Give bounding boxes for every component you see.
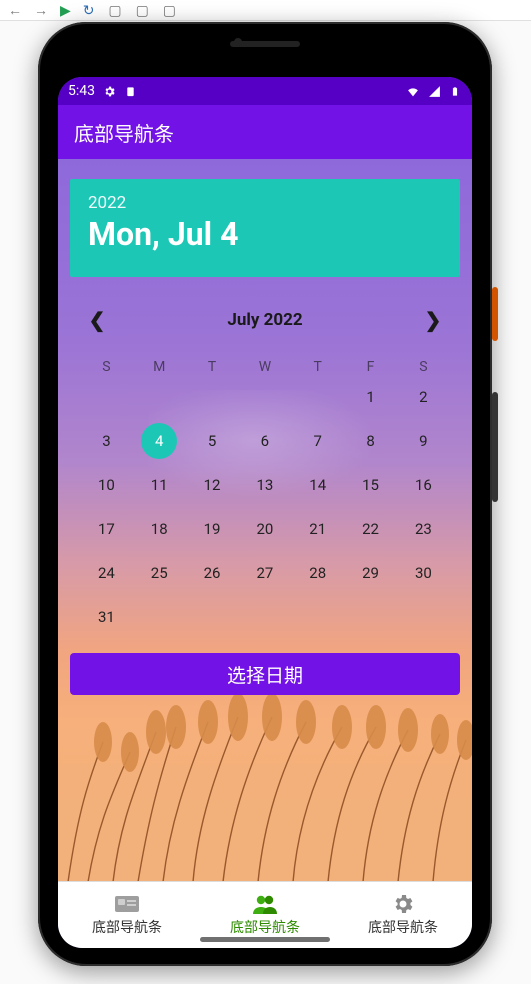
weekday-label: W <box>238 359 291 375</box>
app-bar: 底部导航条 <box>58 105 472 159</box>
calendar-empty-cell <box>397 597 450 637</box>
nav-item-label: 底部导航条 <box>230 917 300 937</box>
calendar-day-cell[interactable]: 25 <box>133 555 186 591</box>
wifi-icon <box>406 85 420 98</box>
toolbar-icon-b[interactable]: ▢ <box>136 3 149 19</box>
calendar-empty-cell <box>291 597 344 637</box>
calendar-day-cell[interactable]: 28 <box>291 555 344 591</box>
chevron-left-icon[interactable]: ❮ <box>80 308 114 332</box>
status-time: 5:43 <box>68 83 95 99</box>
signal-icon <box>427 85 441 98</box>
calendar-day-cell[interactable]: 13 <box>238 467 291 503</box>
calendar-day-cell[interactable]: 6 <box>238 423 291 459</box>
calendar-day-cell[interactable]: 24 <box>80 555 133 591</box>
calendar-day-cell[interactable]: 19 <box>186 511 239 547</box>
gear-icon <box>102 85 116 98</box>
screen: 5:43 <box>58 77 472 948</box>
calendar-body: 1234567891011121314151617181920212223242… <box>80 375 450 639</box>
calendar-week-row: 17181920212223 <box>80 507 450 551</box>
calendar-week-row: 24252627282930 <box>80 551 450 595</box>
calendar-day-cell[interactable]: 2 <box>397 379 450 415</box>
calendar-day-cell[interactable]: 9 <box>397 423 450 459</box>
history-back-icon[interactable]: ← <box>8 2 22 19</box>
calendar-day-cell[interactable]: 5 <box>186 423 239 459</box>
calendar-empty-cell <box>238 597 291 637</box>
select-date-button[interactable]: 选择日期 <box>70 653 460 695</box>
toolbar-icon-a[interactable]: ▢ <box>108 3 121 19</box>
calendar-day-cell[interactable]: 18 <box>133 511 186 547</box>
calendar-day-cell[interactable]: 29 <box>344 555 397 591</box>
calendar-empty-cell <box>291 377 344 417</box>
calendar: ❮ July 2022 ❯ S M T W T F S 123456789101… <box>80 299 450 639</box>
calendar-day-cell[interactable]: 16 <box>397 467 450 503</box>
nav-item-label: 底部导航条 <box>368 917 438 937</box>
calendar-day-cell[interactable]: 15 <box>344 467 397 503</box>
calendar-weekday-row: S M T W T F S <box>80 359 450 375</box>
weekday-label: S <box>397 359 450 375</box>
date-header-year[interactable]: 2022 <box>88 193 442 213</box>
calendar-month-title: July 2022 <box>114 310 416 330</box>
calendar-day-cell[interactable]: 8 <box>344 423 397 459</box>
calendar-empty-cell <box>80 377 133 417</box>
battery-icon <box>448 84 462 99</box>
calendar-day-cell[interactable]: 30 <box>397 555 450 591</box>
run-icon[interactable]: ▶ <box>60 3 71 19</box>
calendar-week-row: 12 <box>80 375 450 419</box>
calendar-day-cell[interactable]: 20 <box>238 511 291 547</box>
weekday-label: T <box>186 359 239 375</box>
calendar-day-cell[interactable]: 22 <box>344 511 397 547</box>
restart-icon[interactable]: ↻ <box>83 3 95 19</box>
weekday-label: F <box>344 359 397 375</box>
content-area: 2022 Mon, Jul 4 ❮ July 2022 ❯ S M T W <box>58 159 472 882</box>
date-header-card: 2022 Mon, Jul 4 <box>70 179 460 277</box>
nav-item-2[interactable]: 底部导航条 <box>334 882 472 948</box>
nav-item-0[interactable]: 底部导航条 <box>58 882 196 948</box>
calendar-day-cell[interactable]: 3 <box>80 423 133 459</box>
calendar-day-cell[interactable]: 12 <box>186 467 239 503</box>
calendar-day-cell[interactable]: 27 <box>238 555 291 591</box>
select-date-button-label: 选择日期 <box>227 661 303 688</box>
calendar-week-row: 3456789 <box>80 419 450 463</box>
calendar-day-cell[interactable]: 7 <box>291 423 344 459</box>
calendar-day-cell[interactable]: 4 <box>133 423 186 459</box>
home-indicator[interactable] <box>200 937 330 942</box>
calendar-day-cell[interactable]: 11 <box>133 467 186 503</box>
calendar-header: ❮ July 2022 ❯ <box>80 299 450 341</box>
calendar-day-cell[interactable]: 23 <box>397 511 450 547</box>
toolbar-icon-c[interactable]: ▢ <box>163 3 176 19</box>
id-card-icon <box>114 893 140 915</box>
date-header-date[interactable]: Mon, Jul 4 <box>88 215 442 253</box>
calendar-week-row: 31 <box>80 595 450 639</box>
power-button[interactable] <box>492 287 498 341</box>
history-forward-icon[interactable]: → <box>34 2 48 19</box>
weekday-label: T <box>291 359 344 375</box>
nav-item-label: 底部导航条 <box>92 917 162 937</box>
calendar-empty-cell <box>133 377 186 417</box>
calendar-day-cell[interactable]: 26 <box>186 555 239 591</box>
calendar-day-cell[interactable]: 10 <box>80 467 133 503</box>
phone-frame: 5:43 <box>38 22 492 966</box>
battery-saver-icon <box>123 85 137 98</box>
calendar-day-cell[interactable]: 21 <box>291 511 344 547</box>
gear-icon <box>390 893 416 915</box>
weekday-label: S <box>80 359 133 375</box>
calendar-day-cell[interactable]: 17 <box>80 511 133 547</box>
ide-toolbar: ← → ▶ ↻ ▢ ▢ ▢ <box>0 0 531 21</box>
people-icon <box>252 893 278 915</box>
status-bar: 5:43 <box>58 77 472 105</box>
calendar-empty-cell <box>186 597 239 637</box>
weekday-label: M <box>133 359 186 375</box>
calendar-empty-cell <box>186 377 239 417</box>
volume-button[interactable] <box>492 392 498 502</box>
calendar-day-cell[interactable]: 1 <box>344 379 397 415</box>
calendar-day-cell[interactable]: 14 <box>291 467 344 503</box>
app-bar-title: 底部导航条 <box>74 118 174 147</box>
calendar-empty-cell <box>133 597 186 637</box>
chevron-right-icon[interactable]: ❯ <box>416 308 450 332</box>
calendar-day-cell[interactable]: 31 <box>80 599 133 635</box>
calendar-week-row: 10111213141516 <box>80 463 450 507</box>
calendar-empty-cell <box>344 597 397 637</box>
calendar-empty-cell <box>238 377 291 417</box>
